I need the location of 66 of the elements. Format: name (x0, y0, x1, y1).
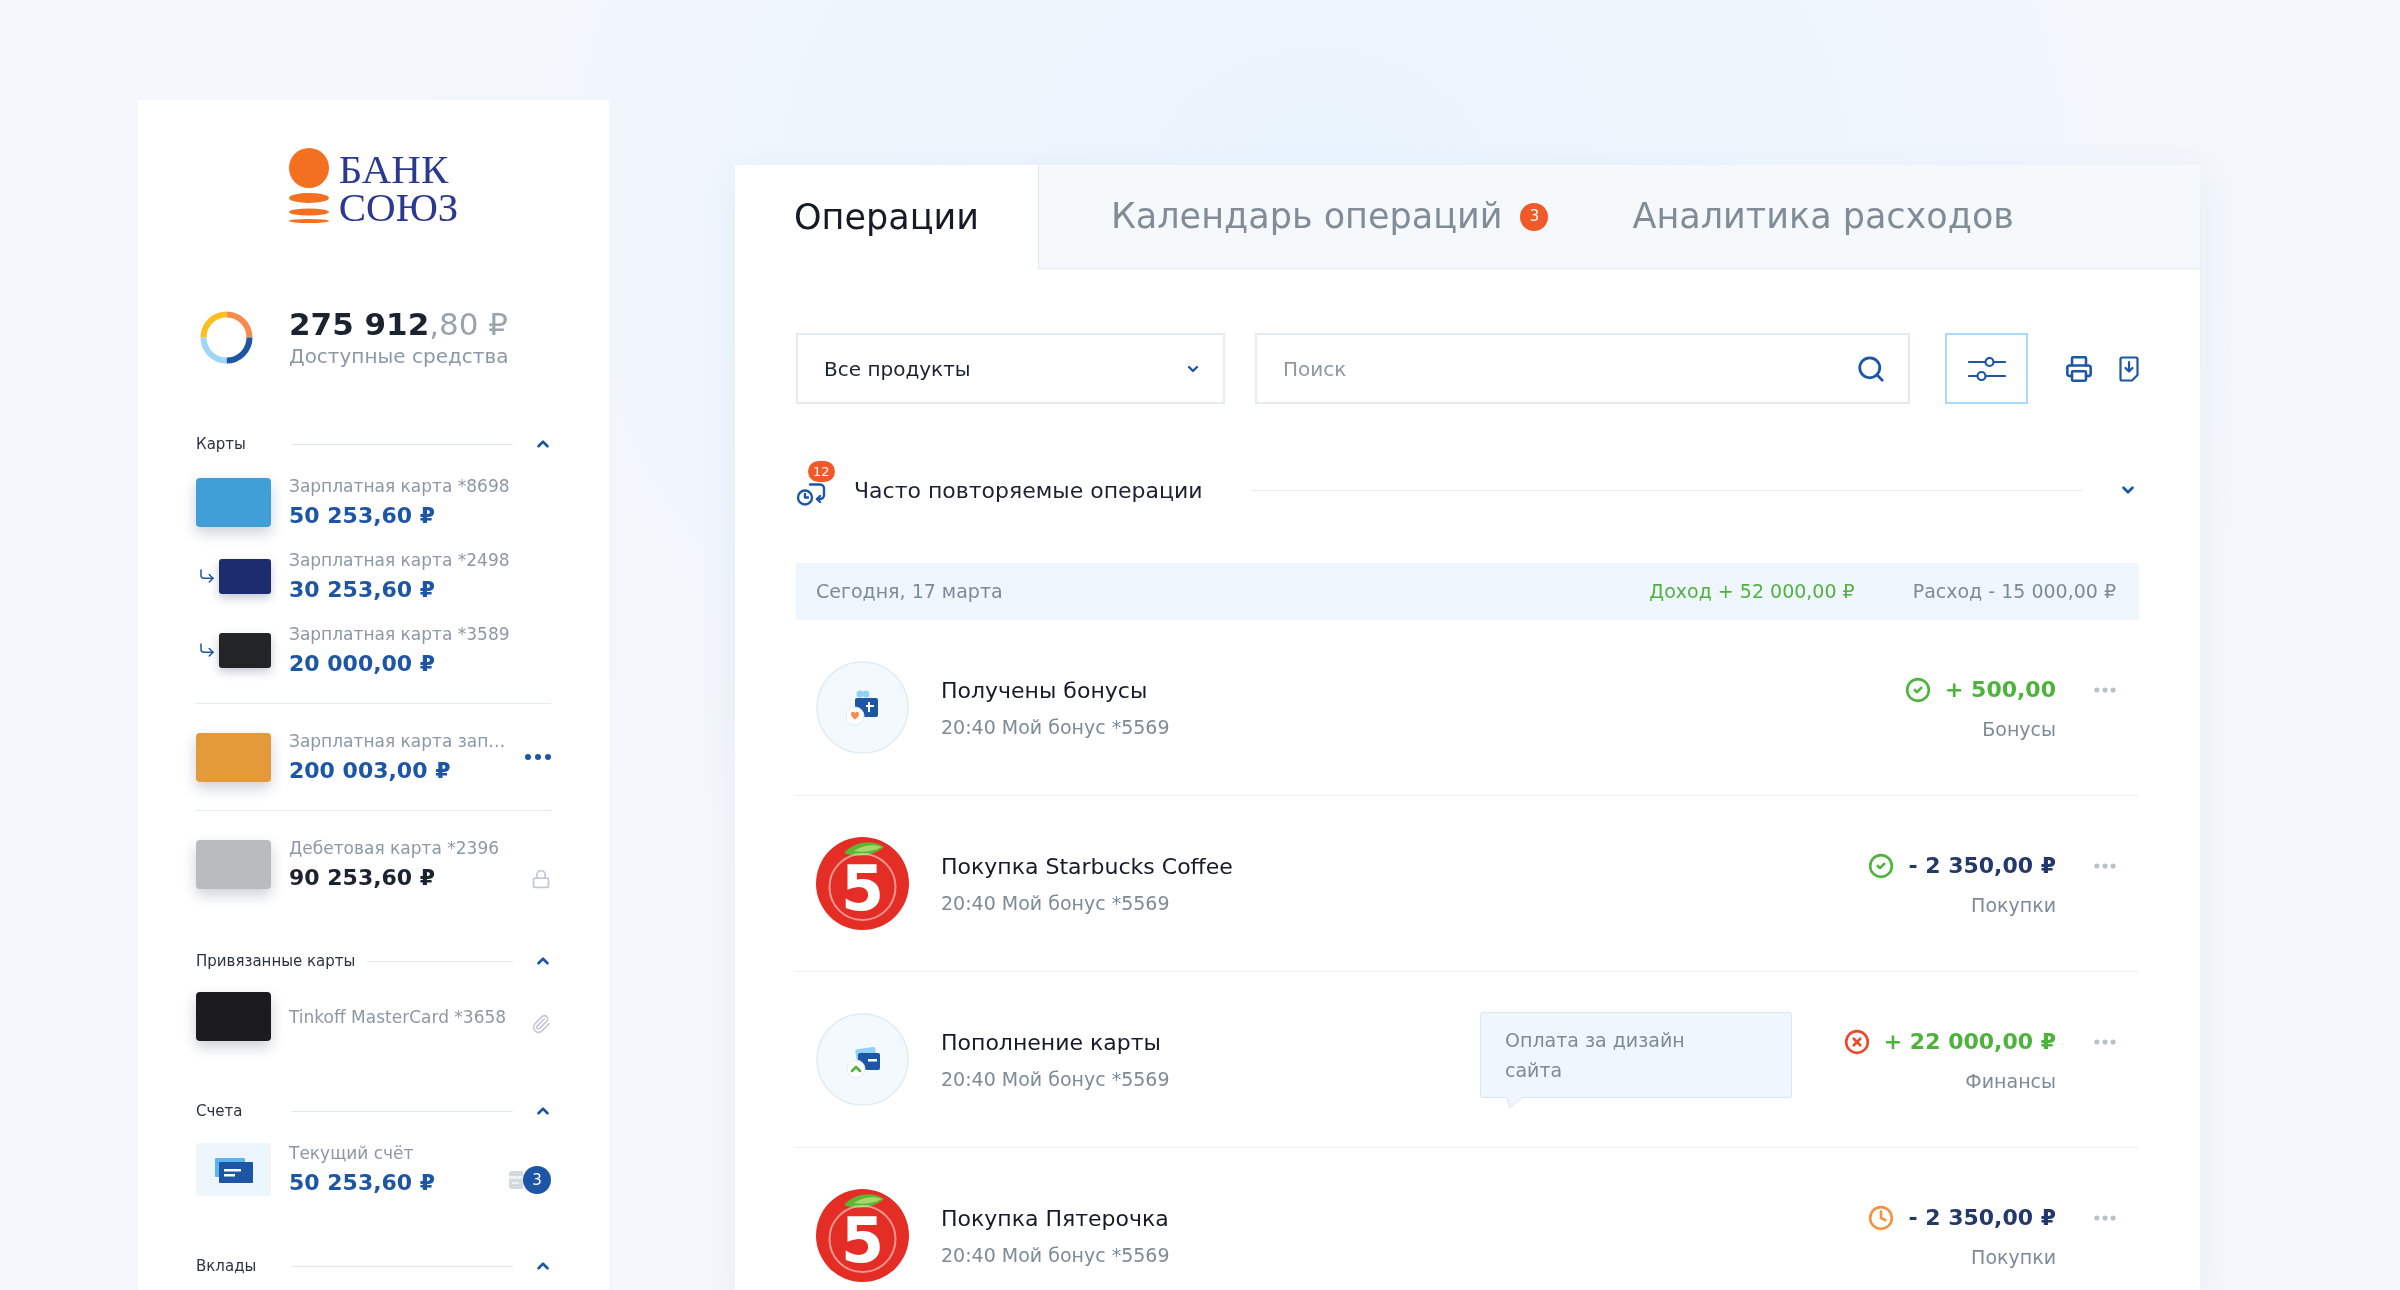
more-icon[interactable] (525, 754, 551, 760)
repeat-clock-icon[interactable] (796, 483, 828, 506)
card-balance: 50 253,60 ₽ (289, 502, 437, 529)
operation-amount: - 2 350,00 ₽ (1908, 851, 2056, 880)
account-icon (196, 1142, 271, 1196)
operation-amount: + 22 000,00 ₽ (1883, 1027, 2056, 1056)
count-badge: 12 (808, 461, 835, 482)
corner-arrow-icon (198, 567, 216, 585)
section-title: Счета (196, 1101, 244, 1121)
section-title: Привязанные карты (196, 951, 357, 971)
operation-title: Получены бонусы (941, 676, 1149, 705)
operation-details: 20:40 Мой бонус *5569 (941, 714, 1171, 739)
operation-category: Покупки (1971, 1244, 2056, 1269)
operation-details: 20:40 Мой бонус *5569 (941, 1066, 1171, 1091)
bubble-tail-icon (1506, 1096, 1524, 1108)
card-balance: 200 003,00 ₽ (289, 757, 452, 784)
ring-chart-icon (199, 309, 254, 365)
card-name: Зарплатная карта *3589 (289, 623, 511, 645)
operation-amount: - 2 350,00 ₽ (1908, 1203, 2056, 1232)
search-icon[interactable] (1856, 353, 1886, 384)
lock-icon (531, 869, 551, 889)
store-logo: 5 (816, 1189, 909, 1282)
search-field[interactable]: Поиск (1255, 333, 1910, 404)
card-icon (509, 1171, 523, 1189)
section-title: Карты (196, 434, 247, 454)
section-title[interactable]: Часто повторяемые операции (854, 473, 1203, 507)
account-name: Текущий счёт (289, 1142, 415, 1164)
card-balance: 30 253,60 ₽ (289, 576, 437, 603)
store-logo: 5 (816, 837, 909, 930)
section-title: Вклады (196, 1256, 258, 1276)
file-download-icon[interactable] (2119, 355, 2139, 382)
printer-icon[interactable] (2065, 354, 2093, 383)
card-balance: 20 000,00 ₽ (289, 650, 437, 677)
card-balance: 90 253,60 ₽ (289, 864, 437, 891)
account-balance: 50 253,60 ₽ (289, 1169, 437, 1196)
card-name: Зарплатная карта *2498 (289, 549, 511, 571)
operation-category: Финансы (1965, 1068, 2056, 1093)
card-name: Дебетовая карта *2396 (289, 837, 501, 859)
notification-badge: 3 (1520, 202, 1549, 231)
card-name: Tinkoff MasterCard *3658 (289, 1005, 508, 1028)
operation-title: Покупка Пятерочка (941, 1204, 1170, 1233)
tab[interactable]: Операции (735, 165, 1039, 269)
operation-details: 20:40 Мой бонус *5569 (941, 890, 1171, 915)
count-badge: 3 (523, 1166, 551, 1194)
filter-button[interactable] (1945, 333, 2028, 404)
operation-category: Покупки (1971, 892, 2056, 917)
paperclip-icon[interactable] (531, 1013, 551, 1034)
date-heading: Сегодня, 17 марта (816, 579, 1004, 605)
expense-total: Расход - 15 000,00 ₽ (1912, 579, 2116, 605)
balance-label: Доступные средства (289, 344, 509, 368)
operation-title: Пополнение карты (941, 1028, 1162, 1057)
operation-amount: + 500,00 (1945, 675, 2056, 704)
card-name: Зарплатная карта *8698 (289, 475, 511, 497)
note-bubble: Оплата за дизайн сайта (1480, 1011, 1792, 1098)
bank-logo-wordmark: БАНК СОЮЗ (338, 150, 459, 226)
operation-details: 20:40 Мой бонус *5569 (941, 1242, 1171, 1267)
product-select[interactable]: Все продукты (796, 333, 1225, 404)
bank-logo-icon (288, 148, 329, 223)
search-input[interactable]: Поиск (1283, 348, 1856, 389)
balance-amount: 275 912,80 ₽ (289, 306, 509, 342)
card-name: Зарплатная карта зап… (289, 730, 507, 752)
corner-arrow-icon (198, 641, 216, 659)
operation-category: Бонусы (1982, 716, 2056, 741)
operation-title: Покупка Starbucks Coffee (941, 852, 1234, 881)
income-total: Доход + 52 000,00 ₽ (1649, 579, 1855, 605)
sliders-icon (1967, 356, 2006, 381)
